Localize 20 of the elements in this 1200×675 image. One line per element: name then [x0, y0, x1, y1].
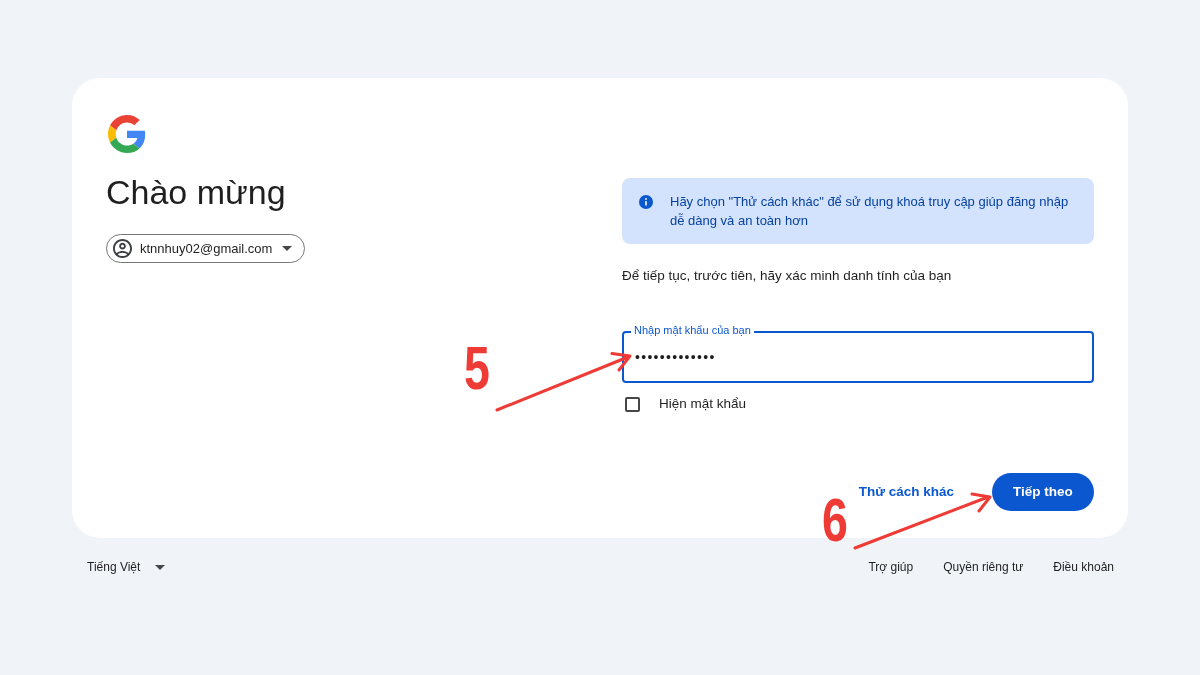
password-field-label: Nhập mật khẩu của bạn	[631, 324, 754, 337]
show-password-label: Hiện mật khẩu	[659, 395, 747, 413]
account-chip[interactable]: ktnnhuy02@gmail.com	[106, 234, 306, 263]
google-logo-icon	[108, 115, 146, 153]
info-text: Hãy chọn "Thử cách khác" để sử dụng khoá truy cập giúp đăng nhập dễ dàng và an toàn hơn	[670, 193, 1070, 230]
info-icon	[639, 195, 653, 209]
prompt-text: Để tiếp tục, trước tiên, hãy xác minh danh tính của bạn	[622, 267, 953, 285]
try-another-way-link[interactable]: Thử cách khác	[846, 473, 966, 512]
avatar-icon	[113, 239, 132, 258]
language-selector[interactable]: Tiếng Việt	[87, 555, 166, 579]
step-number: 5	[464, 345, 490, 391]
footer-link[interactable]: Trợ giúp	[868, 558, 914, 576]
step-number: 6	[822, 497, 848, 543]
footer-link[interactable]: Quyền riêng tư	[943, 558, 1024, 576]
caret-down-icon	[282, 246, 293, 251]
next-button[interactable]: Tiếp theo	[992, 473, 1094, 512]
show-password-checkbox[interactable]	[625, 396, 640, 412]
page-heading: Chào mừng	[106, 172, 286, 213]
footer-link[interactable]: Điều khoản	[1053, 558, 1114, 576]
caret-down-icon	[155, 564, 166, 570]
